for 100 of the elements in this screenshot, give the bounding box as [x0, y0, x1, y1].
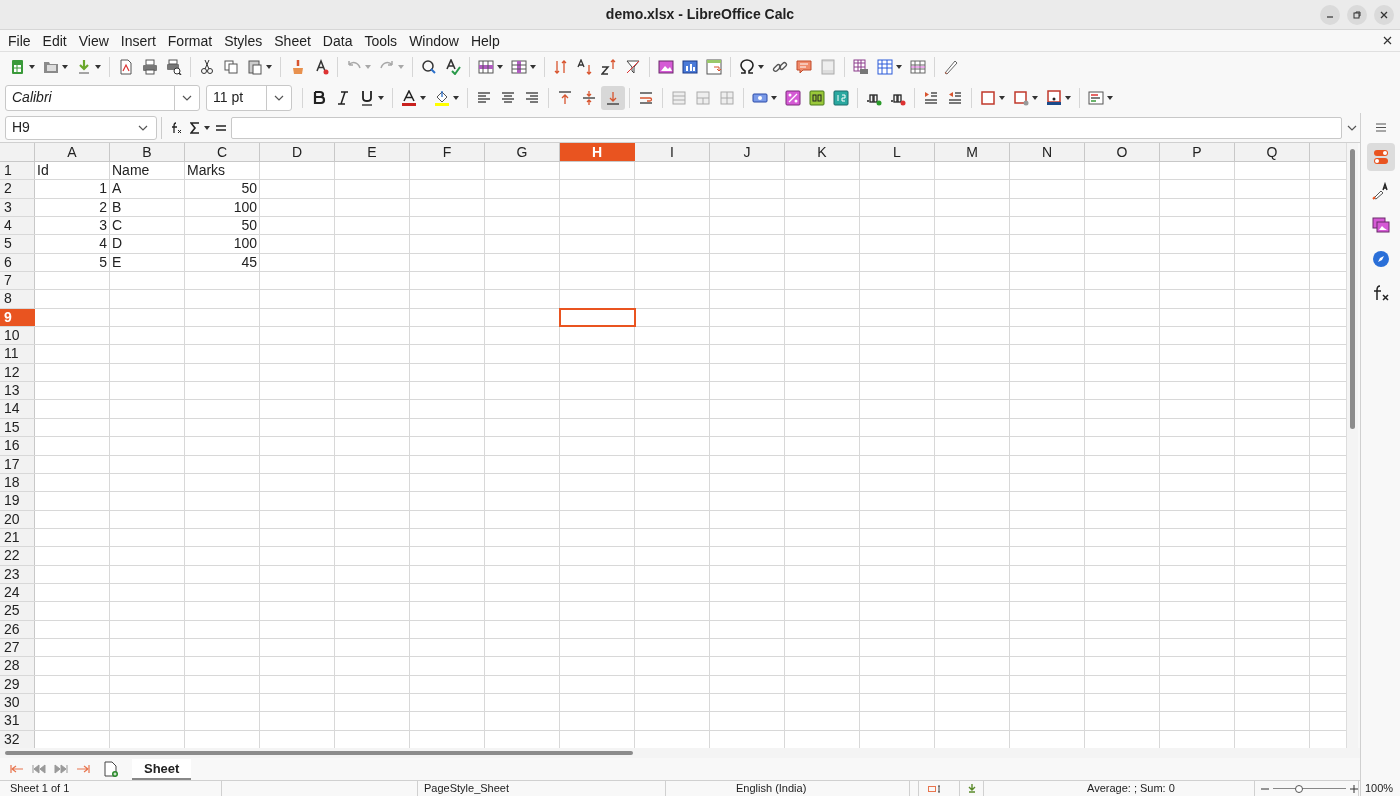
- column-header[interactable]: G: [485, 143, 560, 161]
- row-header[interactable]: 31: [0, 712, 35, 730]
- table-cell: B: [110, 198, 185, 217]
- menu-item[interactable]: Edit: [36, 30, 73, 51]
- align-bottom-button[interactable]: [601, 85, 625, 110]
- row-header[interactable]: 22: [0, 547, 35, 565]
- table-cell: Id: [35, 162, 110, 180]
- row-header[interactable]: 14: [0, 400, 35, 418]
- menu-item[interactable]: Tools: [358, 30, 404, 51]
- row-header[interactable]: 16: [0, 437, 35, 455]
- column-header[interactable]: D: [260, 143, 335, 161]
- column-header[interactable]: P: [1160, 143, 1235, 161]
- row-header[interactable]: 25: [0, 602, 35, 620]
- merged-grid-icon: [671, 89, 687, 106]
- row-header[interactable]: 28: [0, 657, 35, 675]
- table-cell: C: [110, 217, 185, 235]
- bold-letter-icon: [311, 89, 327, 106]
- row-header[interactable]: 19: [0, 492, 35, 510]
- column-header[interactable]: K: [785, 143, 860, 161]
- percent-icon: [785, 89, 801, 106]
- table-cell: 45: [185, 253, 260, 272]
- column-header[interactable]: C: [185, 143, 260, 161]
- column-header[interactable]: J: [710, 143, 785, 161]
- restore-button[interactable]: [1347, 5, 1367, 25]
- gallery-icon: [1371, 216, 1390, 234]
- calendar-icon: [833, 89, 849, 106]
- page-style: PageStyle_Sheet: [418, 781, 666, 796]
- dropdown-icon: [138, 124, 148, 131]
- caret-icon: [999, 95, 1005, 100]
- zoom-slider-thumb[interactable]: [1294, 784, 1303, 793]
- menu-item[interactable]: File: [2, 30, 37, 51]
- letter-check-icon: [445, 59, 461, 75]
- menu-item[interactable]: Sheet: [268, 30, 317, 51]
- selected-cell[interactable]: [560, 308, 635, 327]
- caret-icon: [29, 65, 35, 69]
- save-status-icon: [967, 784, 976, 793]
- font-name-combo[interactable]: Calibri: [5, 84, 200, 111]
- brush-letter-icon: [1371, 182, 1390, 200]
- page-icon: [820, 59, 836, 75]
- zoom-slider[interactable]: [1273, 783, 1346, 794]
- column-header[interactable]: F: [410, 143, 485, 161]
- column-header[interactable]: H: [560, 143, 635, 161]
- menu-item[interactable]: Window: [403, 30, 465, 51]
- row-header[interactable]: 4: [0, 217, 35, 235]
- zoom-in-button[interactable]: [1350, 784, 1358, 793]
- name-box[interactable]: H9: [5, 115, 157, 140]
- function-icon: [170, 121, 182, 134]
- scrollbar-thumb[interactable]: [1350, 149, 1355, 429]
- selection-summary: Average: ; Sum: 0: [918, 781, 1254, 796]
- row-header[interactable]: 7: [0, 272, 35, 290]
- table-cell: 100: [185, 198, 260, 217]
- column-header[interactable]: M: [935, 143, 1010, 161]
- scissors-icon: [199, 59, 215, 75]
- column-header[interactable]: L: [860, 143, 935, 161]
- minimize-button[interactable]: [1320, 5, 1340, 25]
- menu-item[interactable]: Format: [161, 30, 219, 51]
- close-document-button[interactable]: [1383, 36, 1392, 45]
- menu-item[interactable]: Data: [316, 30, 359, 51]
- row-header[interactable]: 13: [0, 382, 35, 400]
- row-grid-icon: [478, 59, 494, 75]
- spreadsheet-icon: [10, 59, 26, 75]
- align-left-icon: [476, 89, 492, 106]
- column-header[interactable]: A: [35, 143, 110, 161]
- column-header[interactable]: Q: [1235, 143, 1310, 161]
- merged-grid-icon: [695, 89, 711, 106]
- add-sheet-button[interactable]: [104, 761, 118, 777]
- speech-bubble-icon: [796, 59, 812, 75]
- align-right-icon: [524, 89, 540, 106]
- row-header[interactable]: 10: [0, 327, 35, 345]
- menu-item[interactable]: Styles: [218, 30, 269, 51]
- first-sheet-button[interactable]: [10, 764, 24, 774]
- previous-sheet-button[interactable]: [32, 764, 46, 774]
- column-header[interactable]: N: [1010, 143, 1085, 161]
- menu-item[interactable]: View: [72, 30, 115, 51]
- next-sheet-button[interactable]: [54, 764, 68, 774]
- caret-icon: [453, 95, 459, 100]
- row-header[interactable]: 5: [0, 235, 35, 253]
- italic-letter-icon: [335, 89, 351, 106]
- formula-input-field[interactable]: [231, 116, 1342, 139]
- column-header[interactable]: E: [335, 143, 410, 161]
- last-sheet-button[interactable]: [76, 764, 90, 774]
- sheet-tab[interactable]: Sheet: [132, 758, 192, 780]
- table-cell: 4: [35, 235, 110, 253]
- row-header[interactable]: 2: [0, 180, 35, 198]
- column-header[interactable]: B: [110, 143, 185, 161]
- letter-underbar-icon: [401, 89, 417, 106]
- row-header[interactable]: 11: [0, 345, 35, 363]
- menu-item[interactable]: Insert: [114, 30, 162, 51]
- font-size-combo[interactable]: 11 pt: [206, 84, 292, 111]
- row-header[interactable]: 8: [0, 290, 35, 308]
- outdent-icon: [947, 89, 963, 106]
- column-header[interactable]: I: [635, 143, 710, 161]
- vertical-scrollbar[interactable]: [1346, 143, 1358, 748]
- column-header[interactable]: O: [1085, 143, 1160, 161]
- row-header[interactable]: 1: [0, 162, 35, 180]
- expand-icon[interactable]: [1347, 124, 1357, 131]
- menu-item[interactable]: Help: [464, 30, 506, 51]
- table-cell: 2: [35, 198, 110, 217]
- close-button[interactable]: [1374, 5, 1394, 25]
- horizontal-scrollbar-thumb[interactable]: [5, 751, 633, 755]
